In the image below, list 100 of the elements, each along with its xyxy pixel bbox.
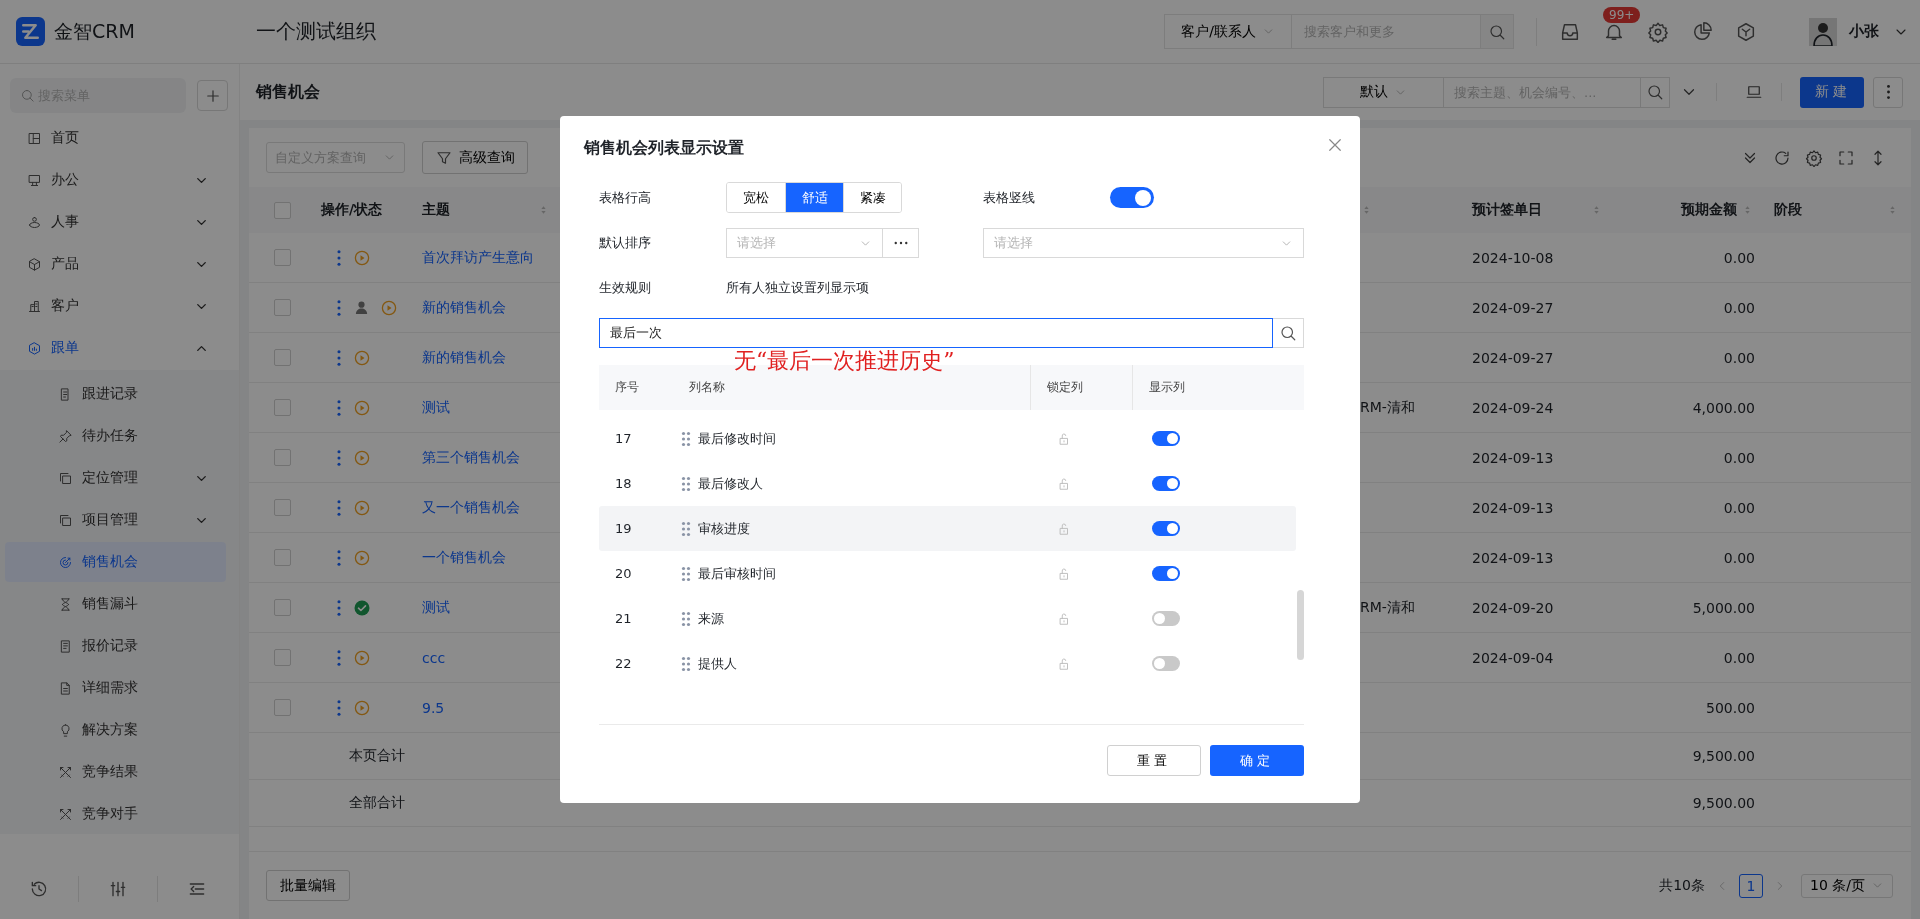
advanced-search-button[interactable]: 高级查询 [422, 141, 528, 174]
user-name[interactable]: 小张 [1849, 22, 1879, 41]
checkbox[interactable] [273, 249, 291, 266]
unlock-icon[interactable] [1057, 431, 1071, 446]
column-header: 锁定列 [1030, 365, 1132, 410]
settings-icon[interactable] [1647, 20, 1669, 43]
page-button[interactable]: 1 [1739, 873, 1763, 898]
more-icon[interactable] [336, 498, 342, 517]
refresh-icon[interactable] [1773, 148, 1791, 167]
subject-link[interactable]: 新的销售机会 [422, 298, 506, 317]
checkbox[interactable] [273, 499, 291, 516]
batch-edit-button[interactable]: 批量编辑 [266, 870, 350, 901]
more-icon[interactable] [336, 348, 342, 367]
menu-item[interactable]: 首页 [5, 118, 226, 158]
amount-cell: 0.00 [1723, 249, 1755, 266]
laptop-icon[interactable] [1745, 83, 1763, 101]
toggle-switch[interactable] [1152, 611, 1180, 626]
fullscreen-icon[interactable] [1837, 148, 1855, 167]
scrollbar-thumb[interactable] [1297, 590, 1304, 660]
subject-link[interactable]: 首次拜访产生意向 [422, 248, 534, 267]
unlock-icon[interactable] [1057, 656, 1071, 671]
menu-item[interactable]: 定位管理 [5, 458, 226, 498]
confirm-button[interactable]: 确定 [1210, 745, 1304, 776]
toggle-switch[interactable] [1152, 521, 1180, 536]
drag-handle-icon[interactable] [681, 430, 691, 447]
drag-handle-icon[interactable] [681, 565, 691, 582]
more-icon[interactable] [336, 398, 342, 417]
menu-item[interactable]: 报价记录 [5, 626, 226, 666]
drag-handle-icon[interactable] [681, 610, 691, 627]
checkbox[interactable] [273, 699, 291, 716]
menu-item[interactable]: 详细需求 [5, 668, 226, 708]
menu-item[interactable]: 办公 [5, 160, 226, 200]
checkbox[interactable] [273, 599, 291, 616]
checkbox[interactable] [273, 449, 291, 466]
more-icon[interactable] [336, 548, 342, 567]
unlock-icon[interactable] [1057, 521, 1071, 536]
cube-icon[interactable] [1735, 20, 1757, 43]
toggle-switch[interactable] [1152, 566, 1180, 581]
menu-item[interactable]: 竞争结果 [5, 752, 226, 792]
row-height-option[interactable]: 舒适 [785, 183, 843, 212]
more-icon[interactable] [336, 448, 342, 467]
checkbox[interactable] [273, 201, 291, 219]
drag-handle-icon[interactable] [681, 475, 691, 492]
menu-item[interactable]: 跟进记录 [5, 374, 226, 414]
menu-item[interactable]: 销售漏斗 [5, 584, 226, 624]
subject-link[interactable]: 又一个销售机会 [422, 498, 520, 517]
settings-icon[interactable] [1805, 148, 1823, 167]
toggle-switch[interactable] [1152, 431, 1180, 446]
subject-link[interactable]: ccc [422, 649, 446, 666]
search-button[interactable] [1640, 76, 1670, 108]
more-icon[interactable] [336, 698, 342, 717]
toggle-switch[interactable] [1152, 656, 1180, 671]
menu-item[interactable]: 竞争对手 [5, 794, 226, 834]
pie-chart-icon[interactable] [1691, 20, 1713, 43]
menu-item[interactable]: 人事 [5, 202, 226, 242]
toggle-switch[interactable] [1152, 476, 1180, 491]
more-icon[interactable] [336, 648, 342, 667]
column-search-field[interactable]: 最后一次 [599, 318, 1273, 348]
menu-item[interactable]: 客户 [5, 286, 226, 326]
search-button[interactable] [1273, 318, 1304, 348]
subject-link[interactable]: 第三个销售机会 [422, 448, 520, 467]
checkbox[interactable] [273, 399, 291, 416]
menu-item[interactable]: 产品 [5, 244, 226, 284]
reset-button[interactable]: 重置 [1107, 745, 1201, 776]
avatar[interactable] [1809, 17, 1837, 46]
close-icon[interactable] [1326, 136, 1344, 154]
menu-item[interactable]: 解决方案 [5, 710, 226, 750]
more-icon[interactable] [336, 298, 342, 317]
subject-link[interactable]: 测试 [422, 398, 450, 417]
logo-icon [16, 17, 45, 46]
search-button[interactable] [1480, 14, 1514, 49]
unlock-icon[interactable] [1057, 566, 1071, 581]
menu-item[interactable]: 跟单 [5, 328, 226, 368]
checkbox[interactable] [273, 349, 291, 366]
unlock-icon[interactable] [1057, 611, 1071, 626]
more-button[interactable] [1873, 76, 1903, 108]
checkbox[interactable] [273, 649, 291, 666]
more-icon[interactable] [336, 598, 342, 617]
menu-item[interactable]: 待办任务 [5, 416, 226, 456]
add-button[interactable] [197, 80, 228, 111]
target-icon [58, 554, 73, 570]
row-height-option[interactable]: 紧凑 [843, 183, 901, 212]
unlock-icon[interactable] [1057, 476, 1071, 491]
subject-link[interactable]: 一个销售机会 [422, 548, 506, 567]
toggle-switch[interactable] [1110, 187, 1154, 208]
more-icon[interactable] [336, 248, 342, 267]
subject-link[interactable]: 9.5 [422, 699, 445, 716]
page-size-select[interactable]: 10 条/页 [1801, 873, 1893, 898]
checkbox[interactable] [273, 299, 291, 316]
swords-icon [58, 764, 73, 780]
checkbox[interactable] [273, 549, 291, 566]
subject-link[interactable]: 新的销售机会 [422, 348, 506, 367]
menu-item[interactable]: 项目管理 [5, 500, 226, 540]
drag-handle-icon[interactable] [681, 520, 691, 537]
menu-item[interactable]: 销售机会 [5, 542, 226, 582]
search-scope-select[interactable]: 客户/联系人 [1164, 14, 1292, 49]
view-select[interactable]: 默认 [1323, 76, 1444, 108]
new-button[interactable]: 新建 [1800, 76, 1864, 108]
subject-link[interactable]: 测试 [422, 598, 450, 617]
drag-handle-icon[interactable] [681, 655, 691, 672]
